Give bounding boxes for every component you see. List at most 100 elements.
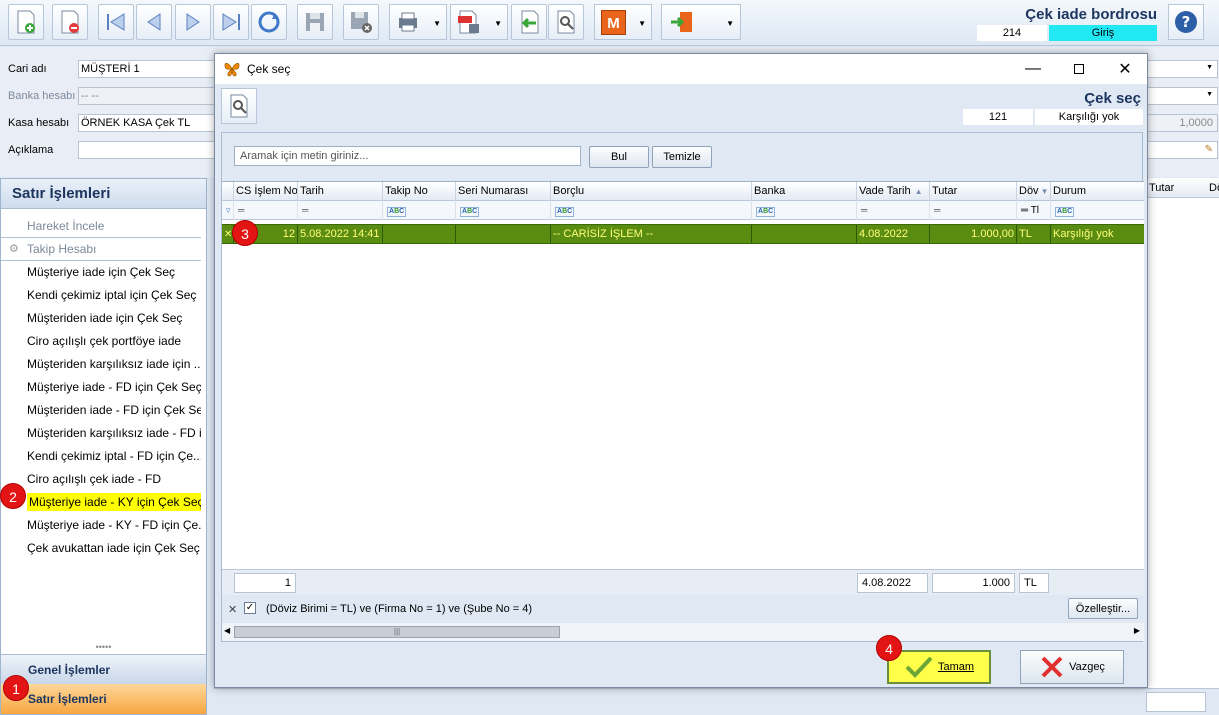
close-button[interactable]: ✕ <box>1102 54 1148 84</box>
column-header-tutar[interactable]: Tutar <box>1149 182 1174 194</box>
panel-splitter[interactable]: ••••• <box>1 642 206 652</box>
last-record-button[interactable] <box>213 4 249 40</box>
filter-cell-vade[interactable]: ═ <box>857 201 930 220</box>
table-row[interactable]: ✕ 12 5.08.2022 14:41 -- CARİSİZ İŞLEM --… <box>222 224 1144 244</box>
column-header-doviz[interactable]: Döv ▼ <box>1017 182 1051 201</box>
save-button[interactable] <box>297 4 333 40</box>
document-search-button[interactable] <box>548 4 584 40</box>
column-header-seri[interactable]: Seri Numarası <box>456 182 551 201</box>
list-item[interactable]: Ciro açılışlı çek iade - FD <box>1 468 201 491</box>
list-item[interactable]: Çek avukattan iade için Çek Seç <box>1 537 201 560</box>
panel-title: Satır İşlemleri <box>1 179 206 209</box>
list-item[interactable]: Kendi çekimiz iptal - FD için Çe... <box>1 445 201 468</box>
tracking-icon: ⚙ <box>9 243 19 255</box>
column-header-vade[interactable]: Vade Tarih ▲ <box>857 182 930 201</box>
column-header-islem-no[interactable]: CS İşlem No <box>234 182 298 201</box>
list-item[interactable]: Müşteriden karşılıksız iade - FD i... <box>1 422 201 445</box>
cell-vade: 4.08.2022 <box>857 225 930 244</box>
list-item-highlighted[interactable]: Müşteriye iade - KY için Çek Seç <box>1 491 201 514</box>
kasa-input[interactable]: ÖRNEK KASA Çek TL <box>78 114 218 132</box>
document-title: Çek iade bordrosu <box>1025 6 1157 23</box>
filter-cell-borclu[interactable]: ABC <box>551 201 752 220</box>
ok-button[interactable]: Tamam <box>887 650 991 684</box>
check-list-panel: Aramak için metin giriniz... Bul Temizle… <box>221 132 1144 642</box>
column-header-tutar[interactable]: Tutar <box>930 182 1017 201</box>
filter-cell-tutar[interactable]: ═ <box>930 201 1017 220</box>
cari-input[interactable]: MÜŞTERİ 1 <box>78 60 218 78</box>
document-tools-icon <box>557 10 575 34</box>
aciklama-edit[interactable]: ✎ <box>1146 141 1218 159</box>
checkmark-icon <box>905 656 933 678</box>
import-button[interactable] <box>511 4 547 40</box>
list-item[interactable]: Ciro açılışlı çek portföye iade <box>1 330 201 353</box>
column-header-borclu[interactable]: Borçlu <box>551 182 752 201</box>
column-header-banka[interactable]: Banka <box>752 182 857 201</box>
list-item[interactable]: Müşteriye iade - FD için Çek Seç <box>1 376 201 399</box>
cell-durum: Karşılığı yok <box>1053 228 1114 240</box>
list-item[interactable]: Hareket İncele <box>1 215 201 238</box>
column-header-takip-no[interactable]: Takip No <box>383 182 456 201</box>
scrollbar-thumb[interactable]: ||| <box>234 626 560 638</box>
rate-input[interactable]: 1,0000 <box>1146 114 1218 132</box>
filter-cell-banka[interactable]: ABC <box>752 201 857 220</box>
cancel-button[interactable]: Vazgeç <box>1020 650 1124 684</box>
exit-dropdown[interactable]: ▼ <box>661 4 741 40</box>
main-toolbar: ▼ ▼ M ▼ ▼ Çek iade bordrosu 214 Giriş ? <box>0 0 1219 46</box>
help-button[interactable]: ? <box>1168 4 1204 40</box>
new-record-button[interactable] <box>8 4 44 40</box>
filter-cell-islem-no[interactable]: ═ <box>234 201 298 220</box>
list-item[interactable]: Müşteriden iade - FD için Çek Seç <box>1 399 201 422</box>
section-general-operations[interactable]: Genel İşlemler <box>1 654 206 684</box>
pdf-export-dropdown[interactable]: ▼ <box>450 4 508 40</box>
section-line-operations[interactable]: Satır İşlemleri <box>1 684 206 714</box>
list-item[interactable]: Müşteriye iade için Çek Seç <box>1 261 201 284</box>
step-badge-3: 3 <box>232 220 258 246</box>
list-item[interactable]: ⚙ Takip Hesabı <box>1 238 201 261</box>
scroll-left-icon[interactable]: ◀ <box>224 626 230 635</box>
list-item[interactable]: Kendi çekimiz iptal için Çek Seç <box>1 284 201 307</box>
last-icon <box>222 13 240 31</box>
previous-record-button[interactable] <box>136 4 172 40</box>
list-item[interactable]: Müşteriden karşılıksız iade için ... <box>1 353 201 376</box>
delete-record-button[interactable] <box>52 4 88 40</box>
customize-filter-button[interactable]: Özelleştir... <box>1068 598 1138 619</box>
grid-header: CS İşlem No Tarih Takip No Seri Numarası… <box>222 182 1144 201</box>
column-header-d[interactable]: Dö <box>1209 178 1219 198</box>
chevron-down-icon: ▼ <box>433 19 441 28</box>
maximize-button[interactable] <box>1056 54 1102 84</box>
chevron-down-icon: ▼ <box>494 19 502 28</box>
refresh-icon <box>258 11 280 33</box>
next-record-button[interactable] <box>175 4 211 40</box>
scroll-right-icon[interactable]: ▶ <box>1134 626 1140 635</box>
column-header-durum[interactable]: Durum <box>1051 182 1144 201</box>
document-state-badge: Giriş <box>1049 25 1157 41</box>
refresh-button[interactable] <box>251 4 287 40</box>
banka-dropdown[interactable]: ▼ <box>1146 87 1218 105</box>
clear-filter-icon[interactable]: ✕ <box>228 603 237 616</box>
search-input[interactable]: Aramak için metin giriniz... <box>234 146 581 166</box>
clear-button[interactable]: Temizle <box>652 146 712 168</box>
filter-cell-takip-no[interactable]: ABC <box>383 201 456 220</box>
find-button[interactable]: Bul <box>589 146 649 168</box>
filter-cell-tarih[interactable]: ═ <box>298 201 383 220</box>
aciklama-input[interactable] <box>78 141 218 159</box>
summary-doviz: TL <box>1019 573 1049 593</box>
save-close-button[interactable] <box>343 4 379 40</box>
cari-dropdown[interactable]: ▼ <box>1146 60 1218 78</box>
column-header-tarih[interactable]: Tarih <box>298 182 383 201</box>
filter-enabled-checkbox[interactable]: ✓ <box>244 602 256 614</box>
banka-input[interactable]: -- -- <box>78 87 218 105</box>
first-record-button[interactable] <box>98 4 134 40</box>
module-dropdown[interactable]: M ▼ <box>594 4 652 40</box>
cell-borclu: -- CARİSİZ İŞLEM -- <box>551 225 752 244</box>
filter-cell-doviz[interactable]: ═ Tl <box>1017 201 1051 220</box>
minimize-button[interactable]: — <box>1010 54 1056 84</box>
document-number: 214 <box>977 25 1047 41</box>
dialog-tools-button[interactable] <box>221 88 257 124</box>
list-item[interactable]: Müşteriden iade için Çek Seç <box>1 307 201 330</box>
filter-cell-durum[interactable]: ABC <box>1051 201 1144 220</box>
filter-cell-seri[interactable]: ABC <box>456 201 551 220</box>
print-dropdown[interactable]: ▼ <box>389 4 447 40</box>
list-item[interactable]: Müşteriye iade - KY - FD için Çe... <box>1 514 201 537</box>
horizontal-scrollbar[interactable]: ◀ ||| ▶ <box>222 623 1144 641</box>
